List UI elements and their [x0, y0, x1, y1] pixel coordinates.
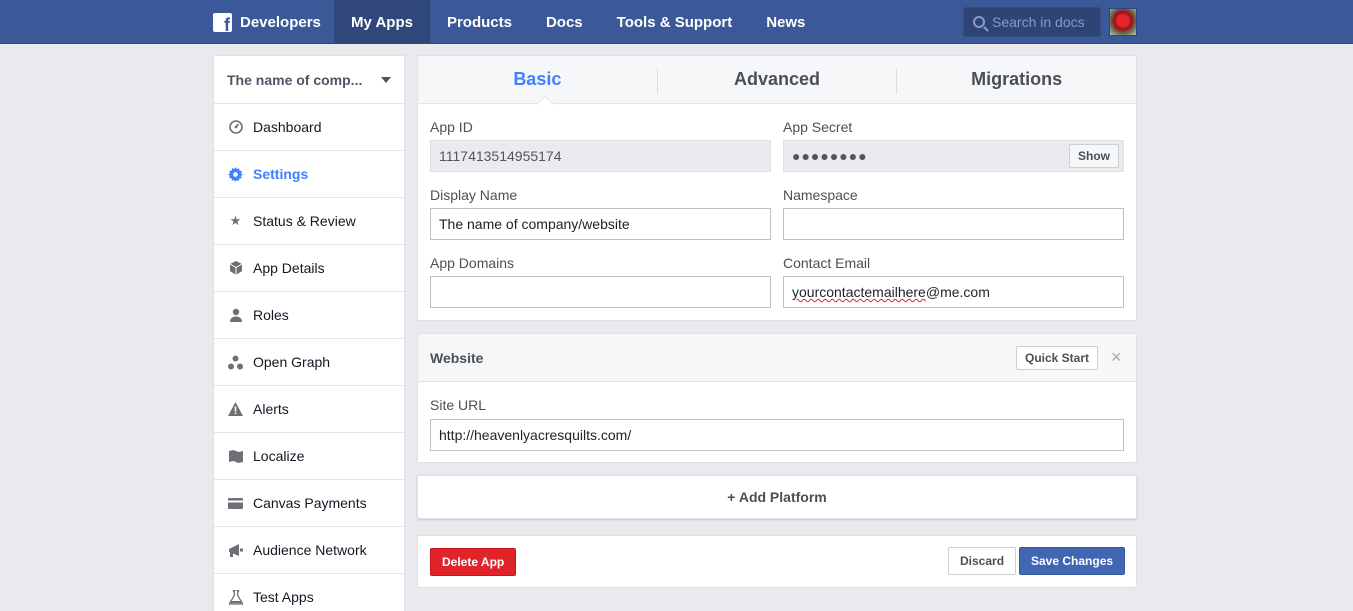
sidebar-item-label: Audience Network: [253, 542, 367, 558]
chevron-down-icon: [381, 77, 391, 83]
brand-label: Developers: [240, 13, 321, 31]
nav-news[interactable]: News: [749, 0, 822, 44]
settings-tabs: Basic Advanced Migrations: [418, 56, 1136, 113]
show-secret-button[interactable]: Show: [1069, 144, 1119, 168]
star-icon: ★: [229, 213, 242, 228]
website-platform-panel: Website Quick Start × Site URL http://he…: [417, 333, 1137, 463]
quick-start-button[interactable]: Quick Start: [1016, 346, 1099, 370]
nav-products[interactable]: Products: [430, 0, 529, 44]
sidebar-item-label: Open Graph: [253, 354, 331, 370]
sidebar-item-test-apps[interactable]: Test Apps: [214, 574, 404, 611]
avatar[interactable]: [1109, 8, 1137, 36]
app-secret-field: ●●●●●●●● Show: [783, 140, 1124, 172]
site-url-label: Site URL: [430, 397, 487, 413]
add-platform-button[interactable]: + Add Platform: [417, 475, 1137, 519]
search-icon: [973, 16, 985, 28]
graph-icon: [228, 355, 243, 370]
card-icon: [228, 496, 243, 511]
namespace-label: Namespace: [783, 187, 858, 203]
contact-email-label: Contact Email: [783, 255, 871, 271]
sidebar-item-label: Test Apps: [253, 589, 314, 605]
basic-settings-panel: Basic Advanced Migrations App ID 1117413…: [417, 55, 1137, 321]
display-name-field[interactable]: The name of company/website: [430, 208, 771, 240]
website-panel-header: Website Quick Start ×: [418, 334, 1136, 382]
website-title: Website: [430, 350, 484, 366]
developers-home-link[interactable]: f Developers: [213, 12, 321, 32]
nav-tools-support[interactable]: Tools & Support: [600, 0, 750, 44]
sidebar-item-label: App Details: [253, 260, 325, 276]
sidebar-item-canvas-payments[interactable]: Canvas Payments: [214, 480, 404, 527]
app-name: The name of comp...: [227, 71, 363, 88]
sidebar-item-app-details[interactable]: App Details: [214, 245, 404, 292]
sidebar-item-label: Canvas Payments: [253, 495, 367, 511]
sidebar-item-dashboard[interactable]: Dashboard: [214, 104, 404, 151]
top-navbar: f Developers My Apps Products Docs Tools…: [0, 0, 1353, 44]
sidebar-item-label: Status & Review: [253, 213, 356, 229]
app-secret-label: App Secret: [783, 119, 853, 135]
sidebar-item-alerts[interactable]: Alerts: [214, 386, 404, 433]
facebook-logo-icon: f: [213, 12, 232, 32]
sidebar: The name of comp... Dashboard Settings ★…: [213, 55, 405, 611]
sidebar-item-label: Localize: [253, 448, 305, 464]
tab-advanced[interactable]: Advanced: [658, 56, 897, 103]
sidebar-item-localize[interactable]: Localize: [214, 433, 404, 480]
site-url-field[interactable]: http://heavenlyacresquilts.com/: [430, 419, 1124, 451]
app-domains-label: App Domains: [430, 255, 515, 271]
close-icon[interactable]: ×: [1111, 347, 1122, 367]
app-id-label: App ID: [430, 119, 473, 135]
sidebar-item-label: Dashboard: [253, 119, 322, 135]
sidebar-item-label: Alerts: [253, 401, 289, 417]
app-domains-field[interactable]: [430, 276, 771, 308]
search-input[interactable]: Search in docs: [963, 7, 1101, 37]
sidebar-item-status-review[interactable]: ★ Status & Review: [214, 198, 404, 245]
namespace-field[interactable]: [783, 208, 1124, 240]
map-icon: [228, 449, 243, 464]
nav-docs[interactable]: Docs: [529, 0, 600, 44]
display-name-label: Display Name: [430, 187, 518, 203]
sidebar-item-label: Roles: [253, 307, 289, 323]
contact-email-user: yourcontactemailhere: [792, 284, 926, 300]
contact-email-domain: @me.com: [925, 284, 990, 300]
sidebar-item-settings[interactable]: Settings: [214, 151, 404, 198]
sidebar-item-label: Settings: [253, 166, 309, 182]
action-bar: Delete App Discard Save Changes: [417, 535, 1137, 588]
contact-email-field[interactable]: yourcontactemailhere @me.com: [783, 276, 1124, 308]
main-nav: My Apps Products Docs Tools & Support Ne…: [334, 0, 822, 44]
megaphone-icon: [228, 543, 243, 558]
person-icon: [228, 308, 243, 323]
tab-basic[interactable]: Basic: [418, 56, 657, 103]
app-id-field: 1117413514955174: [430, 140, 771, 172]
sidebar-item-roles[interactable]: Roles: [214, 292, 404, 339]
warning-icon: [228, 402, 243, 417]
sidebar-item-audience-network[interactable]: Audience Network: [214, 527, 404, 574]
flask-icon: [228, 589, 243, 605]
page-scrollbar[interactable]: [1349, 44, 1353, 611]
tab-migrations[interactable]: Migrations: [897, 56, 1136, 103]
nav-my-apps[interactable]: My Apps: [334, 0, 430, 44]
sidebar-item-open-graph[interactable]: Open Graph: [214, 339, 404, 386]
app-secret-value: ●●●●●●●●: [792, 148, 868, 164]
discard-button[interactable]: Discard: [948, 547, 1017, 575]
app-selector[interactable]: The name of comp...: [214, 56, 404, 104]
delete-app-button[interactable]: Delete App: [430, 548, 517, 576]
search-placeholder: Search in docs: [992, 14, 1085, 30]
dashboard-icon: [228, 120, 243, 135]
gear-icon: [228, 166, 243, 182]
cube-icon: [228, 261, 243, 276]
save-changes-button[interactable]: Save Changes: [1019, 547, 1126, 575]
